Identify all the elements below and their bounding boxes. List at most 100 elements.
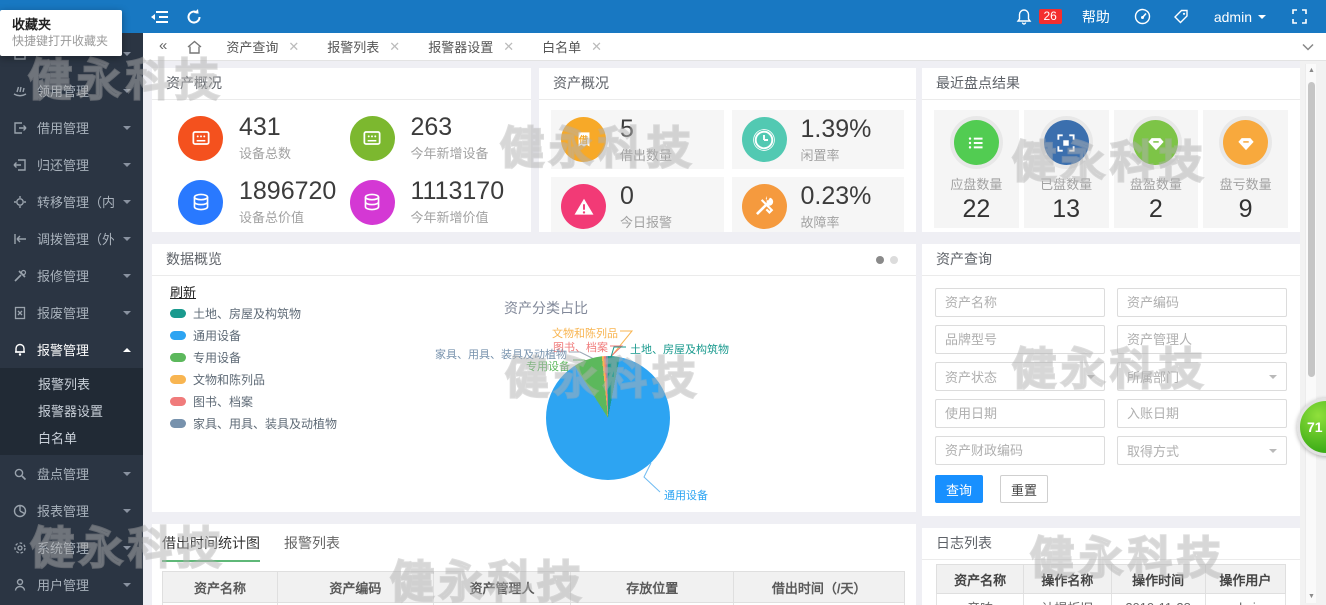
entry-date-field[interactable]	[1117, 399, 1287, 428]
sidebar-item-baoxiu[interactable]: 报修管理	[0, 257, 143, 294]
stat-new-devices: 263今年新增设备	[350, 114, 522, 162]
tab-alarm-settings[interactable]: 报警器设置✕	[414, 33, 528, 61]
notification-badge[interactable]: 26	[1039, 9, 1062, 24]
inventory-card-surplus: 盘盈数量 2	[1114, 110, 1199, 228]
sidebar-item-xitong[interactable]: 系统管理	[0, 529, 143, 566]
legend-item[interactable]: 家具、用具、装具及动植物	[170, 412, 337, 434]
panel-asset-query: 资产查询 资产状态 所属部门 取得方式 查询 重置	[922, 244, 1300, 516]
close-icon[interactable]: ✕	[591, 39, 602, 55]
use-date-field[interactable]	[935, 399, 1105, 428]
chevron-down-icon	[123, 89, 131, 97]
sidebar-item-diaobo[interactable]: 调拨管理（外…	[0, 220, 143, 257]
search-button[interactable]: 查询	[935, 475, 983, 503]
finance-code-field[interactable]	[935, 436, 1105, 465]
legend-item[interactable]: 专用设备	[170, 346, 337, 368]
fullscreen-icon[interactable]	[1282, 0, 1316, 33]
list-icon	[954, 120, 999, 165]
stat-total-devices: 431设备总数	[178, 114, 350, 162]
acquire-method-select[interactable]: 取得方式	[1117, 436, 1287, 465]
carousel-dot[interactable]	[890, 256, 898, 264]
legend-item[interactable]: 土地、房屋及构筑物	[170, 302, 337, 324]
arrow-left-bar-icon	[12, 231, 28, 247]
tab-whitelist[interactable]: 白名单✕	[528, 33, 616, 61]
panel-title: 资产概况	[539, 68, 916, 100]
department-select[interactable]: 所属部门	[1117, 362, 1287, 391]
panel-title: 资产概况	[152, 68, 531, 100]
stat-total-value: 1896720设备总价值	[178, 178, 350, 226]
magnifier-icon	[12, 466, 28, 482]
content-scrollbar[interactable]: ▲ ▼	[1305, 64, 1316, 603]
panel-data-overview: 数据概览 刷新 土地、房屋及构筑物 通用设备 专用设备 文物和陈列品 图书、档案…	[152, 244, 916, 512]
tab-alarm-list[interactable]: 报警列表✕	[313, 33, 414, 61]
chevron-down-icon	[123, 472, 131, 480]
pie-chart-icon	[12, 503, 28, 519]
reset-button[interactable]: 重置	[1000, 475, 1048, 503]
alert-icon	[561, 184, 606, 229]
close-icon[interactable]: ✕	[389, 39, 400, 55]
panel-log-list: 日志列表 资产名称 操作名称 操作时间 操作用户 音响 计提折旧 2019-11…	[922, 528, 1300, 605]
chart-area: 刷新 土地、房屋及构筑物 通用设备 专用设备 文物和陈列品 图书、档案 家具、用…	[152, 276, 916, 512]
chevron-up-icon	[123, 344, 131, 352]
home-icon[interactable]	[177, 40, 212, 54]
refresh-icon[interactable]	[177, 0, 211, 33]
inventory-card-counted: 已盘数量 13	[1024, 110, 1109, 228]
sidebar-subitem-alarm-list[interactable]: 报警列表	[0, 371, 143, 398]
sidebar-item-guihuan[interactable]: 归还管理	[0, 146, 143, 183]
clock-icon	[742, 117, 787, 162]
close-icon[interactable]: ✕	[288, 39, 299, 55]
sidebar-item-baojing[interactable]: 报警管理	[0, 331, 143, 368]
asset-name-field[interactable]	[935, 288, 1105, 317]
scrollbar-thumb[interactable]	[1308, 82, 1315, 377]
export-icon	[12, 120, 28, 136]
bell-icon[interactable]	[1007, 0, 1041, 33]
sidebar-item-baofei[interactable]: 报废管理	[0, 294, 143, 331]
gear-sync-icon	[12, 194, 28, 210]
database-icon	[178, 180, 223, 225]
sidebar-toggle-icon[interactable]	[143, 0, 177, 33]
pie-label: 通用设备	[664, 487, 708, 503]
sidebar-item-zhuanyi[interactable]: 转移管理（内…	[0, 183, 143, 220]
tab-bar: « 资产查询✕ 报警列表✕ 报警器设置✕ 白名单✕	[143, 33, 1326, 61]
legend-item[interactable]: 图书、档案	[170, 390, 337, 412]
pie-chart[interactable]	[546, 356, 670, 480]
tag-icon[interactable]	[1164, 0, 1198, 33]
stat-new-value: 1113170今年新增价值	[350, 178, 522, 226]
asset-manager-field[interactable]	[1117, 325, 1287, 354]
asset-status-select[interactable]: 资产状态	[935, 362, 1105, 391]
table-header-row: 资产名称 资产编码 资产管理人 存放位置 借出时间（/天）	[163, 572, 905, 603]
sidebar: 领用管理 借用管理 归还管理 转移管理（内… 调拨管理（外… 报修管理 报废管理…	[0, 33, 143, 605]
sidebar-item-jieyong[interactable]: 借用管理	[0, 109, 143, 146]
chevron-down-icon	[1258, 15, 1266, 23]
sidebar-subitem-whitelist[interactable]: 白名单	[0, 425, 143, 452]
chevron-down-icon	[123, 52, 131, 60]
asset-code-field[interactable]	[1117, 288, 1287, 317]
sidebar-item-yonghu[interactable]: 用户管理	[0, 566, 143, 603]
tools-icon	[742, 184, 787, 229]
legend-item[interactable]: 文物和陈列品	[170, 368, 337, 390]
tab-overflow-chevron-icon[interactable]	[1302, 43, 1326, 51]
collapse-tabs-icon[interactable]: «	[143, 37, 177, 56]
scroll-up-arrow[interactable]: ▲	[1306, 67, 1317, 74]
chevron-down-icon	[123, 237, 131, 245]
help-link[interactable]: 帮助	[1070, 7, 1122, 27]
database-icon	[350, 180, 395, 225]
carousel-dots[interactable]	[876, 256, 898, 264]
carousel-dot-active[interactable]	[876, 256, 884, 264]
tab-asset-query[interactable]: 资产查询✕	[212, 33, 313, 61]
refresh-link[interactable]: 刷新	[170, 282, 196, 301]
legend-item[interactable]: 通用设备	[170, 324, 337, 346]
gauge-icon[interactable]	[1126, 0, 1160, 33]
table-row[interactable]: 音响 计提折旧 2019-11-28 admin	[937, 594, 1286, 605]
tab-borrow-time-chart[interactable]: 借出时间统计图	[162, 533, 260, 562]
user-menu[interactable]: admin	[1202, 9, 1278, 25]
close-icon[interactable]: ✕	[503, 39, 514, 55]
sidebar-item-baobiao[interactable]: 报表管理	[0, 492, 143, 529]
sidebar-item-pandian[interactable]: 盘点管理	[0, 455, 143, 492]
tab-alarm-list-inner[interactable]: 报警列表	[284, 533, 340, 562]
stat-today-alarms: 0今日报警	[551, 177, 724, 232]
scroll-down-arrow[interactable]: ▼	[1306, 593, 1317, 600]
sidebar-item-lingyong[interactable]: 领用管理	[0, 72, 143, 109]
brand-model-field[interactable]	[935, 325, 1105, 354]
top-bar: 公司固定资产管理 26 帮助 admin	[0, 0, 1326, 33]
sidebar-subitem-alarm-settings[interactable]: 报警器设置	[0, 398, 143, 425]
